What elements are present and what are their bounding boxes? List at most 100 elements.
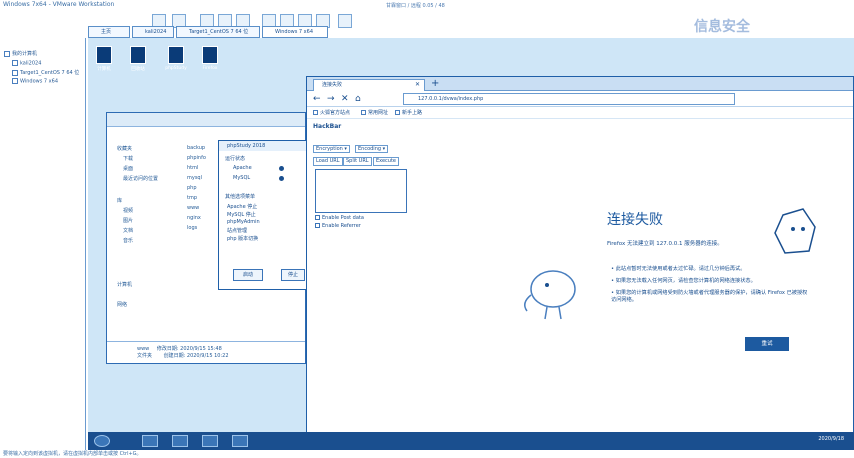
library-item[interactable]: 我的计算机: [4, 50, 37, 57]
bookmark-item[interactable]: 新手上路: [395, 109, 422, 116]
forward-button[interactable]: →: [327, 93, 335, 105]
explorer-details-pane: www 修改日期: 2020/9/15 15:48 文件夹 创建日期: 2020…: [107, 341, 305, 363]
tab-windows7[interactable]: Windows 7 x64: [262, 26, 328, 38]
vm-tab-strip: 主页 kali2024 Target1_CentOS 7 64 位 Window…: [88, 26, 558, 38]
phpstudy-service-row: MySQL: [233, 175, 251, 181]
phpstudy-section-config: 其他选项菜单: [225, 194, 256, 200]
phpstudy-service-row: Apache: [233, 165, 252, 171]
explorer-taskbar-icon[interactable]: [142, 435, 158, 447]
file-item[interactable]: www: [187, 205, 199, 211]
firefox-taskbar-icon[interactable]: [172, 435, 188, 447]
phpstudy-menu-item[interactable]: 站点管理: [227, 227, 247, 234]
library-panel: 我的计算机 kali2024 Target1_CentOS 7 64 位 Win…: [0, 38, 86, 450]
file-item[interactable]: phpinfo: [187, 155, 206, 161]
library-item-label: Target1_CentOS 7 64 位: [20, 70, 80, 76]
file-item[interactable]: tmp: [187, 195, 197, 201]
enable-referrer-checkbox[interactable]: Enable Referrer: [315, 223, 361, 229]
file-item[interactable]: nginx: [187, 215, 201, 221]
file-item[interactable]: backup: [187, 145, 205, 151]
bookmarks-toolbar: 火狐官方站点 常用网址 新手上路: [307, 107, 853, 119]
file-item[interactable]: html: [187, 165, 198, 171]
vm-icon: [12, 78, 18, 84]
hackbar-title: HackBar: [313, 123, 342, 130]
nav-item[interactable]: 最近访问的位置: [123, 175, 158, 182]
error-bullet: • 如果您无法载入任何网页，请检查您计算机的网络连接状态。: [611, 278, 756, 284]
start-menu-icon[interactable]: [94, 435, 110, 447]
checkbox-label: Enable Post data: [322, 215, 364, 221]
execute-button[interactable]: Execute: [373, 157, 399, 166]
nav-item[interactable]: 网络: [117, 301, 127, 308]
home-button[interactable]: ⌂: [355, 93, 361, 105]
bookmark-label: 火狐官方站点: [320, 110, 351, 116]
new-tab-button[interactable]: +: [431, 77, 439, 90]
tab-label: 主页: [101, 29, 112, 35]
desktop-icon[interactable]: phpStudy: [162, 46, 190, 80]
file-item[interactable]: mysql: [187, 175, 202, 181]
tab-label: Windows 7 x64: [275, 29, 314, 35]
desktop-icon-label: 回收站: [131, 67, 145, 72]
retry-button[interactable]: 重试: [745, 337, 789, 351]
phpstudy-menu-item[interactable]: Apache 停止: [227, 203, 257, 210]
checkbox-icon: [315, 215, 320, 220]
checkbox-icon: [315, 223, 320, 228]
hackbar-url-textarea[interactable]: [315, 169, 407, 213]
url-bar[interactable]: 127.0.0.1/dvwa/index.php: [403, 93, 735, 105]
back-button[interactable]: ←: [313, 93, 321, 105]
taskbar-clock: 2020/9/18: [818, 436, 844, 442]
tab-label: Target1_CentOS 7 64 位: [189, 29, 249, 35]
stop-button[interactable]: ✕: [341, 93, 349, 105]
nav-item[interactable]: 计算机: [117, 281, 132, 288]
desktop-icon-label: Firefox: [202, 66, 218, 71]
taskbar: 2020/9/18: [88, 432, 854, 450]
library-item[interactable]: Windows 7 x64: [12, 78, 58, 85]
browser-tab[interactable]: 连接失败 ✕: [313, 79, 425, 91]
error-bullet: • 此站点暂时无法使用或者太过忙碌。请过几分钟后再试。: [611, 266, 746, 272]
nav-item[interactable]: 收藏夹: [117, 145, 132, 152]
checkbox-label: Enable Referrer: [322, 223, 361, 229]
desktop-icon[interactable]: 回收站: [124, 46, 152, 80]
split-url-button[interactable]: Split URL: [343, 157, 372, 166]
stop-button[interactable]: 停止: [281, 269, 305, 281]
recycle-bin-icon: [130, 46, 146, 64]
library-item-label: 我的计算机: [12, 51, 38, 57]
computer-icon: [96, 46, 112, 64]
file-item[interactable]: php: [187, 185, 197, 191]
file-item[interactable]: logs: [187, 225, 197, 231]
encoding-menu[interactable]: Encoding ▾: [355, 145, 389, 153]
phpstudy-window: phpStudy 2018 运行状态 Apache MySQL 其他选项菜单 A…: [218, 140, 310, 290]
phpstudy-menu-item[interactable]: phpMyAdmin: [227, 219, 260, 225]
vm-icon: [12, 60, 18, 66]
firefox-window: 连接失败 ✕ + ← → ✕ ⌂ 127.0.0.1/dvwa/index.ph…: [306, 76, 854, 446]
desktop-icon[interactable]: 计算机: [90, 46, 118, 80]
bookmark-label: 新手上路: [402, 110, 423, 116]
phpstudy-menu-item[interactable]: php 版本切换: [227, 235, 258, 242]
encryption-menu[interactable]: Encryption ▾: [313, 145, 350, 153]
nav-item[interactable]: 库: [117, 197, 122, 204]
details-name: www: [137, 346, 150, 352]
bookmark-item[interactable]: 火狐官方站点: [313, 109, 350, 116]
phpstudy-icon: [168, 46, 184, 64]
library-item[interactable]: Target1_CentOS 7 64 位: [12, 69, 79, 76]
nav-item[interactable]: 桌面: [123, 165, 133, 172]
nav-item[interactable]: 下载: [123, 155, 133, 162]
desktop-icon-label: phpStudy: [165, 66, 187, 71]
desktop-icon[interactable]: Firefox: [196, 46, 224, 80]
nav-item[interactable]: 视频: [123, 207, 133, 214]
nav-item[interactable]: 音乐: [123, 237, 133, 244]
phpstudy-taskbar-icon[interactable]: [202, 435, 218, 447]
close-tab-icon[interactable]: ✕: [415, 80, 420, 90]
tab-target1[interactable]: Target1_CentOS 7 64 位: [176, 26, 260, 38]
computer-icon: [4, 50, 10, 57]
bookmark-icon: [313, 110, 318, 115]
phpstudy-menu-item[interactable]: MySQL 停止: [227, 211, 256, 218]
tab-home[interactable]: 主页: [88, 26, 130, 38]
enable-post-checkbox[interactable]: Enable Post data: [315, 215, 364, 221]
terminal-taskbar-icon[interactable]: [232, 435, 248, 447]
library-item[interactable]: kali2024: [12, 60, 41, 67]
load-url-button[interactable]: Load URL: [313, 157, 343, 166]
nav-item[interactable]: 文档: [123, 227, 133, 234]
bookmark-item[interactable]: 常用网址: [361, 109, 388, 116]
tab-kali[interactable]: kali2024: [132, 26, 174, 38]
start-button[interactable]: 启动: [233, 269, 263, 281]
nav-item[interactable]: 图片: [123, 217, 133, 224]
